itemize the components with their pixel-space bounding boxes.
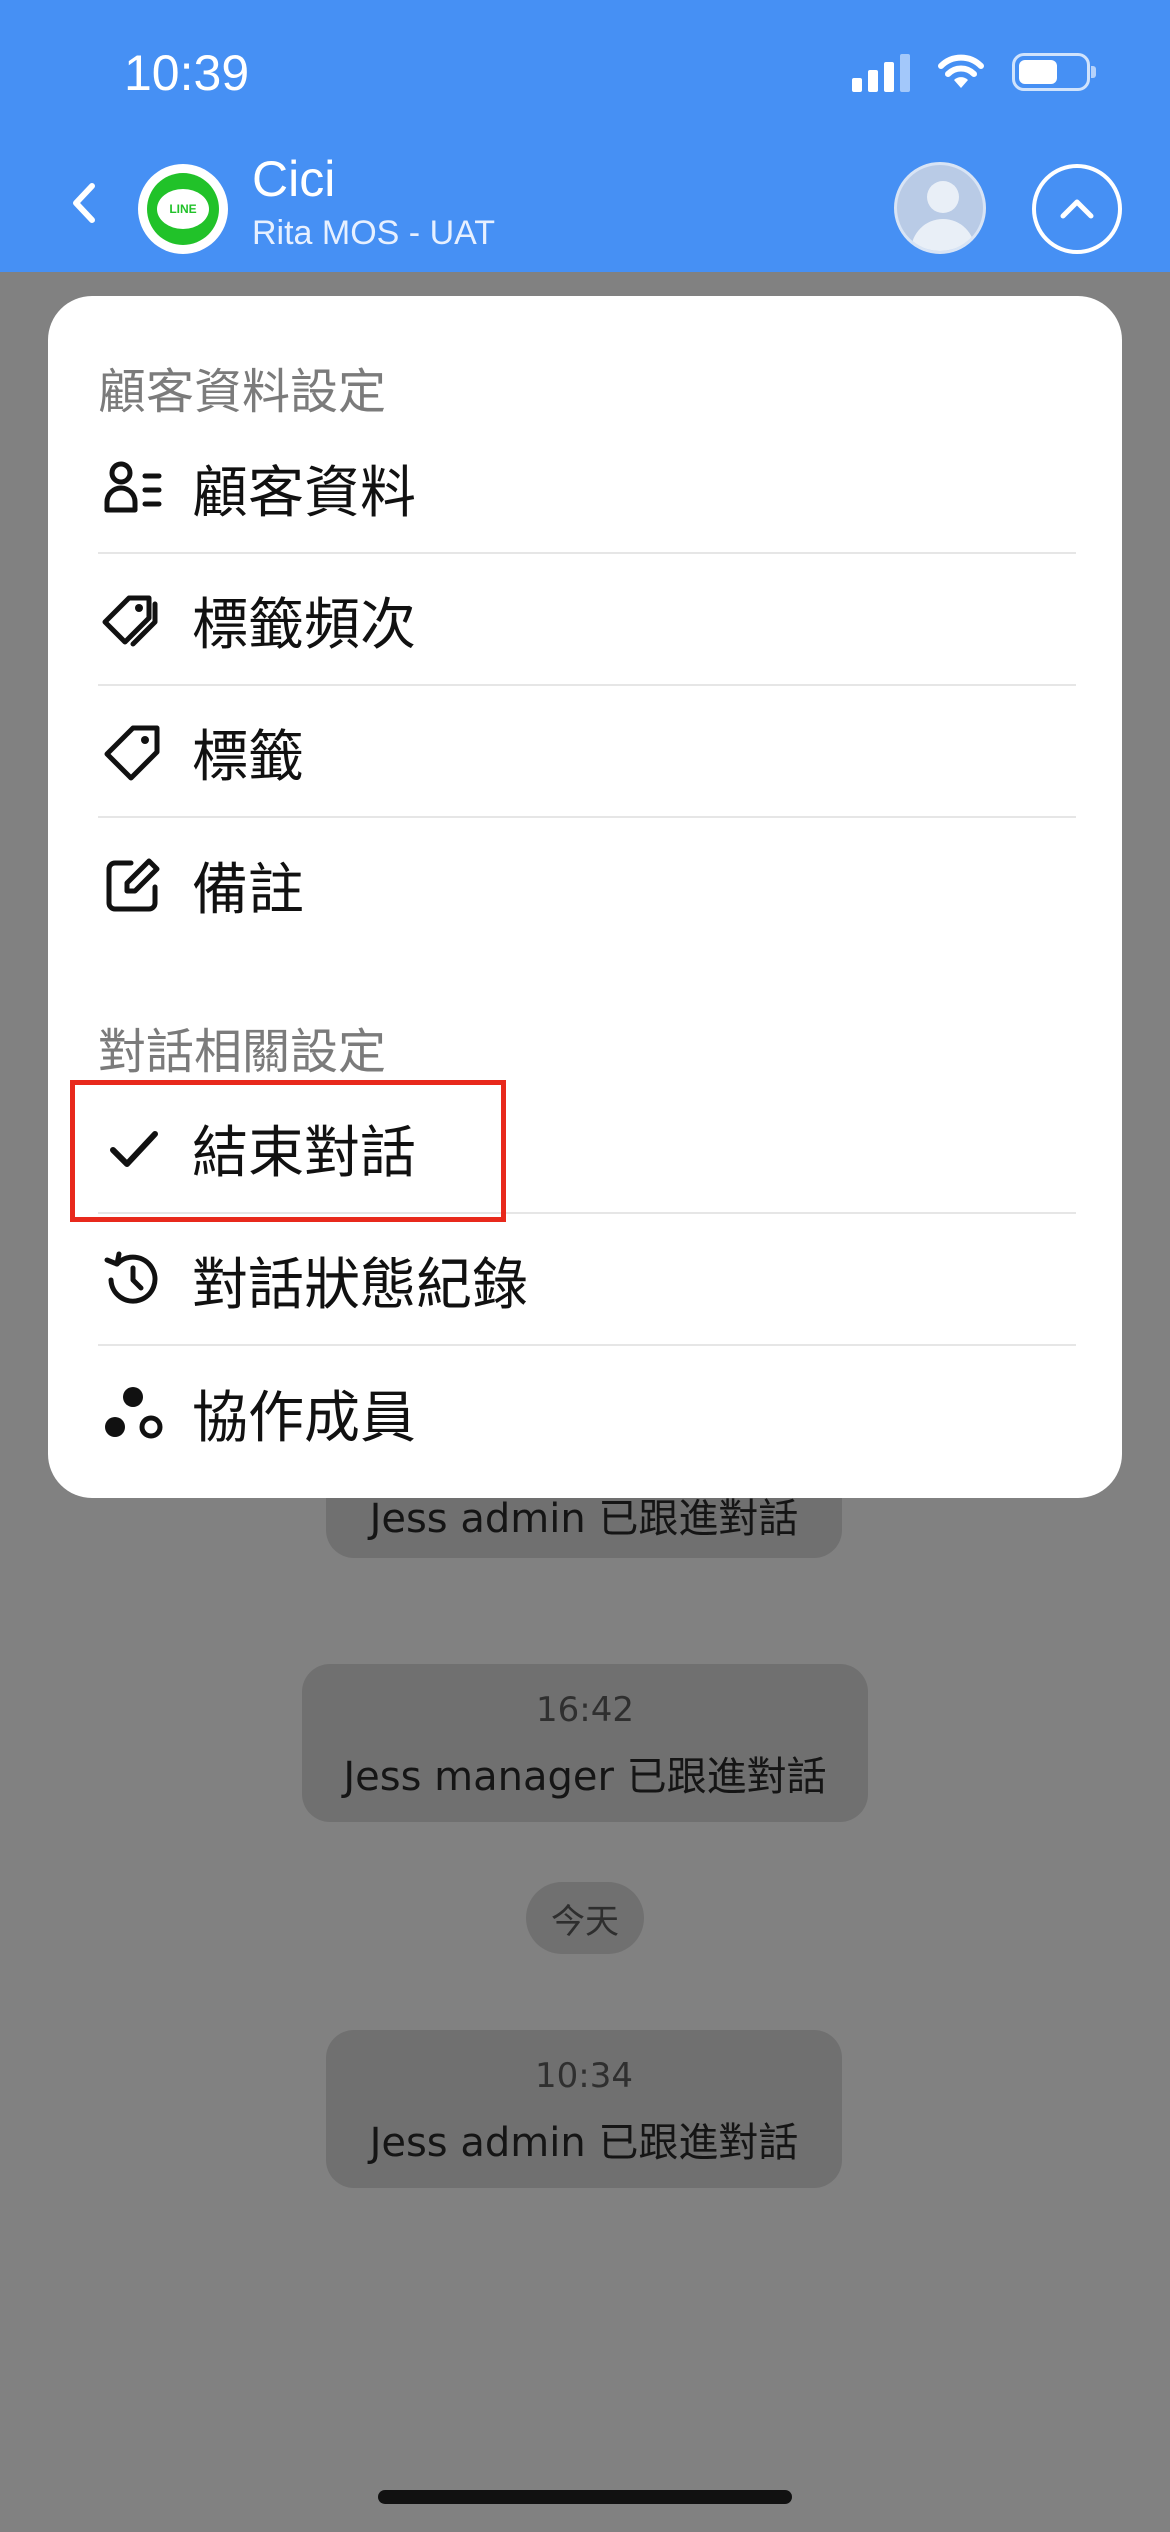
menu-item-label: 標籤 xyxy=(192,724,304,790)
menu-item-status-history[interactable]: 對話狀態紀錄 xyxy=(98,1216,1076,1346)
tag-icon xyxy=(104,725,160,781)
line-logo-icon: LINE xyxy=(138,164,228,254)
system-message: 16:42 Jess manager 已跟進對話 xyxy=(302,1664,868,1822)
tags-icon xyxy=(102,595,158,647)
highlight-box xyxy=(70,1080,506,1222)
section-title-conversation: 對話相關設定 xyxy=(98,1024,387,1080)
status-icons xyxy=(852,52,1096,92)
menu-item-collaborators[interactable]: 協作成員 xyxy=(98,1348,1076,1478)
contact-name: Cici xyxy=(252,151,336,207)
app-header: 10:39 LINE Cici Rita MOS - UAT xyxy=(0,0,1170,272)
user-details-icon xyxy=(104,461,162,513)
menu-item-notes[interactable]: 備註 xyxy=(98,820,1076,950)
menu-item-label: 對話狀態紀錄 xyxy=(192,1252,528,1318)
message-time: 10:34 xyxy=(535,2056,633,2096)
chevron-up-icon xyxy=(1060,199,1094,219)
menu-item-label: 協作成員 xyxy=(192,1385,416,1451)
history-icon xyxy=(104,1251,158,1304)
cellular-signal-icon xyxy=(852,52,910,92)
date-chip: 今天 xyxy=(526,1882,644,1954)
avatar[interactable] xyxy=(894,162,986,254)
edit-note-icon xyxy=(106,858,160,912)
message-text: Jess admin 已跟進對話 xyxy=(369,2120,799,2166)
menu-item-label: 顧客資料 xyxy=(192,460,416,526)
home-indicator xyxy=(378,2490,792,2504)
collaborators-icon xyxy=(105,1387,163,1439)
menu-item-tags[interactable]: 標籤 xyxy=(98,688,1076,818)
menu-item-customer-details[interactable]: 顧客資料 xyxy=(98,424,1076,554)
battery-icon xyxy=(1012,53,1096,91)
back-chevron-icon[interactable] xyxy=(60,178,110,228)
menu-item-label: 備註 xyxy=(192,857,304,923)
menu-item-tag-frequency[interactable]: 標籤頻次 xyxy=(98,556,1076,686)
contact-subtitle: Rita MOS - UAT xyxy=(252,214,496,252)
menu-item-label: 標籤頻次 xyxy=(192,592,416,658)
status-time: 10:39 xyxy=(124,45,250,101)
message-text: Jess manager 已跟進對話 xyxy=(343,1754,827,1800)
system-message: 10:34 Jess admin 已跟進對話 xyxy=(326,2030,842,2188)
wifi-icon xyxy=(938,54,984,88)
section-title-customer: 顧客資料設定 xyxy=(98,364,387,420)
message-time: 16:42 xyxy=(536,1690,634,1730)
settings-menu-sheet: 顧客資料設定 顧客資料 標籤頻次 標籤 備註 對話相關設定 結束對話 對話狀態紀… xyxy=(48,296,1122,1498)
collapse-button[interactable] xyxy=(1032,164,1122,254)
